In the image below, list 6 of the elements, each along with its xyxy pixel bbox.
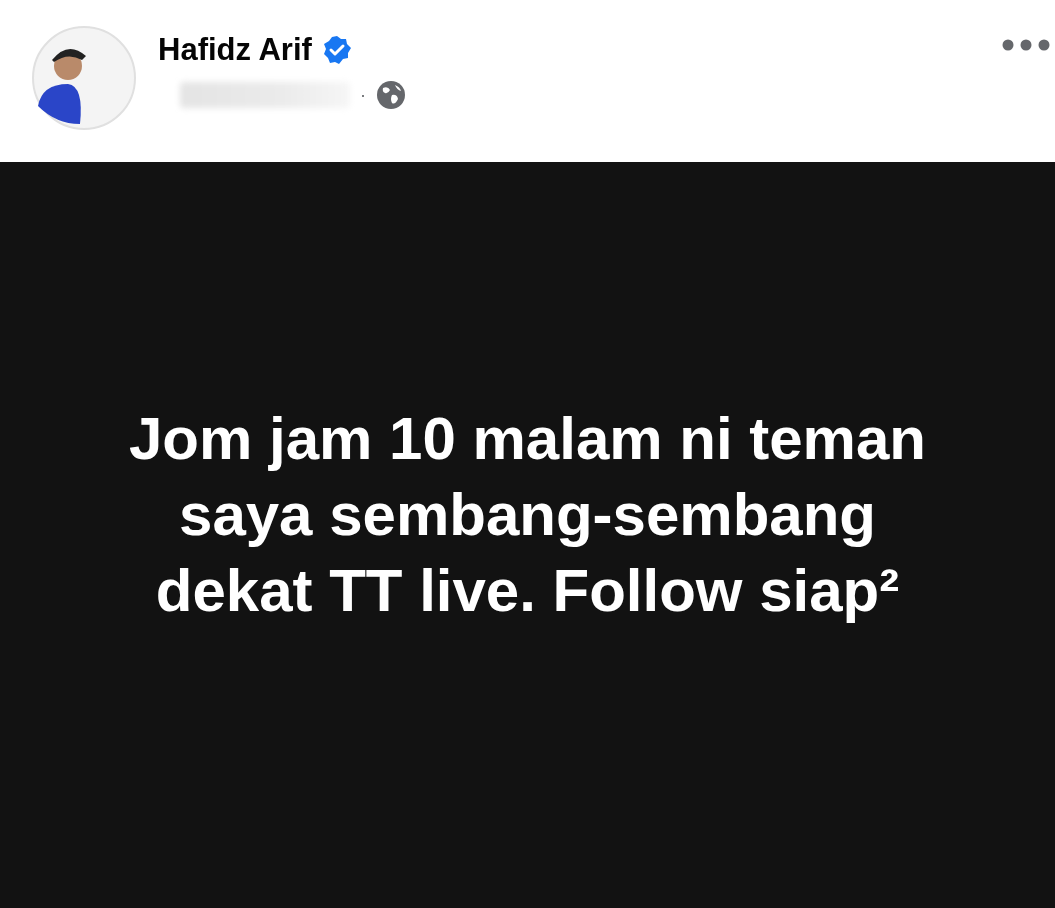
globe-icon: [376, 80, 406, 110]
post-text: Jom jam 10 malam ni teman saya sembang-sembang dekat TT live. Follow siap²: [128, 404, 927, 626]
more-options-icon[interactable]: [1001, 38, 1051, 52]
author-name[interactable]: Hafidz Arif: [158, 32, 312, 68]
separator: ·: [360, 84, 366, 106]
avatar[interactable]: [32, 26, 136, 130]
